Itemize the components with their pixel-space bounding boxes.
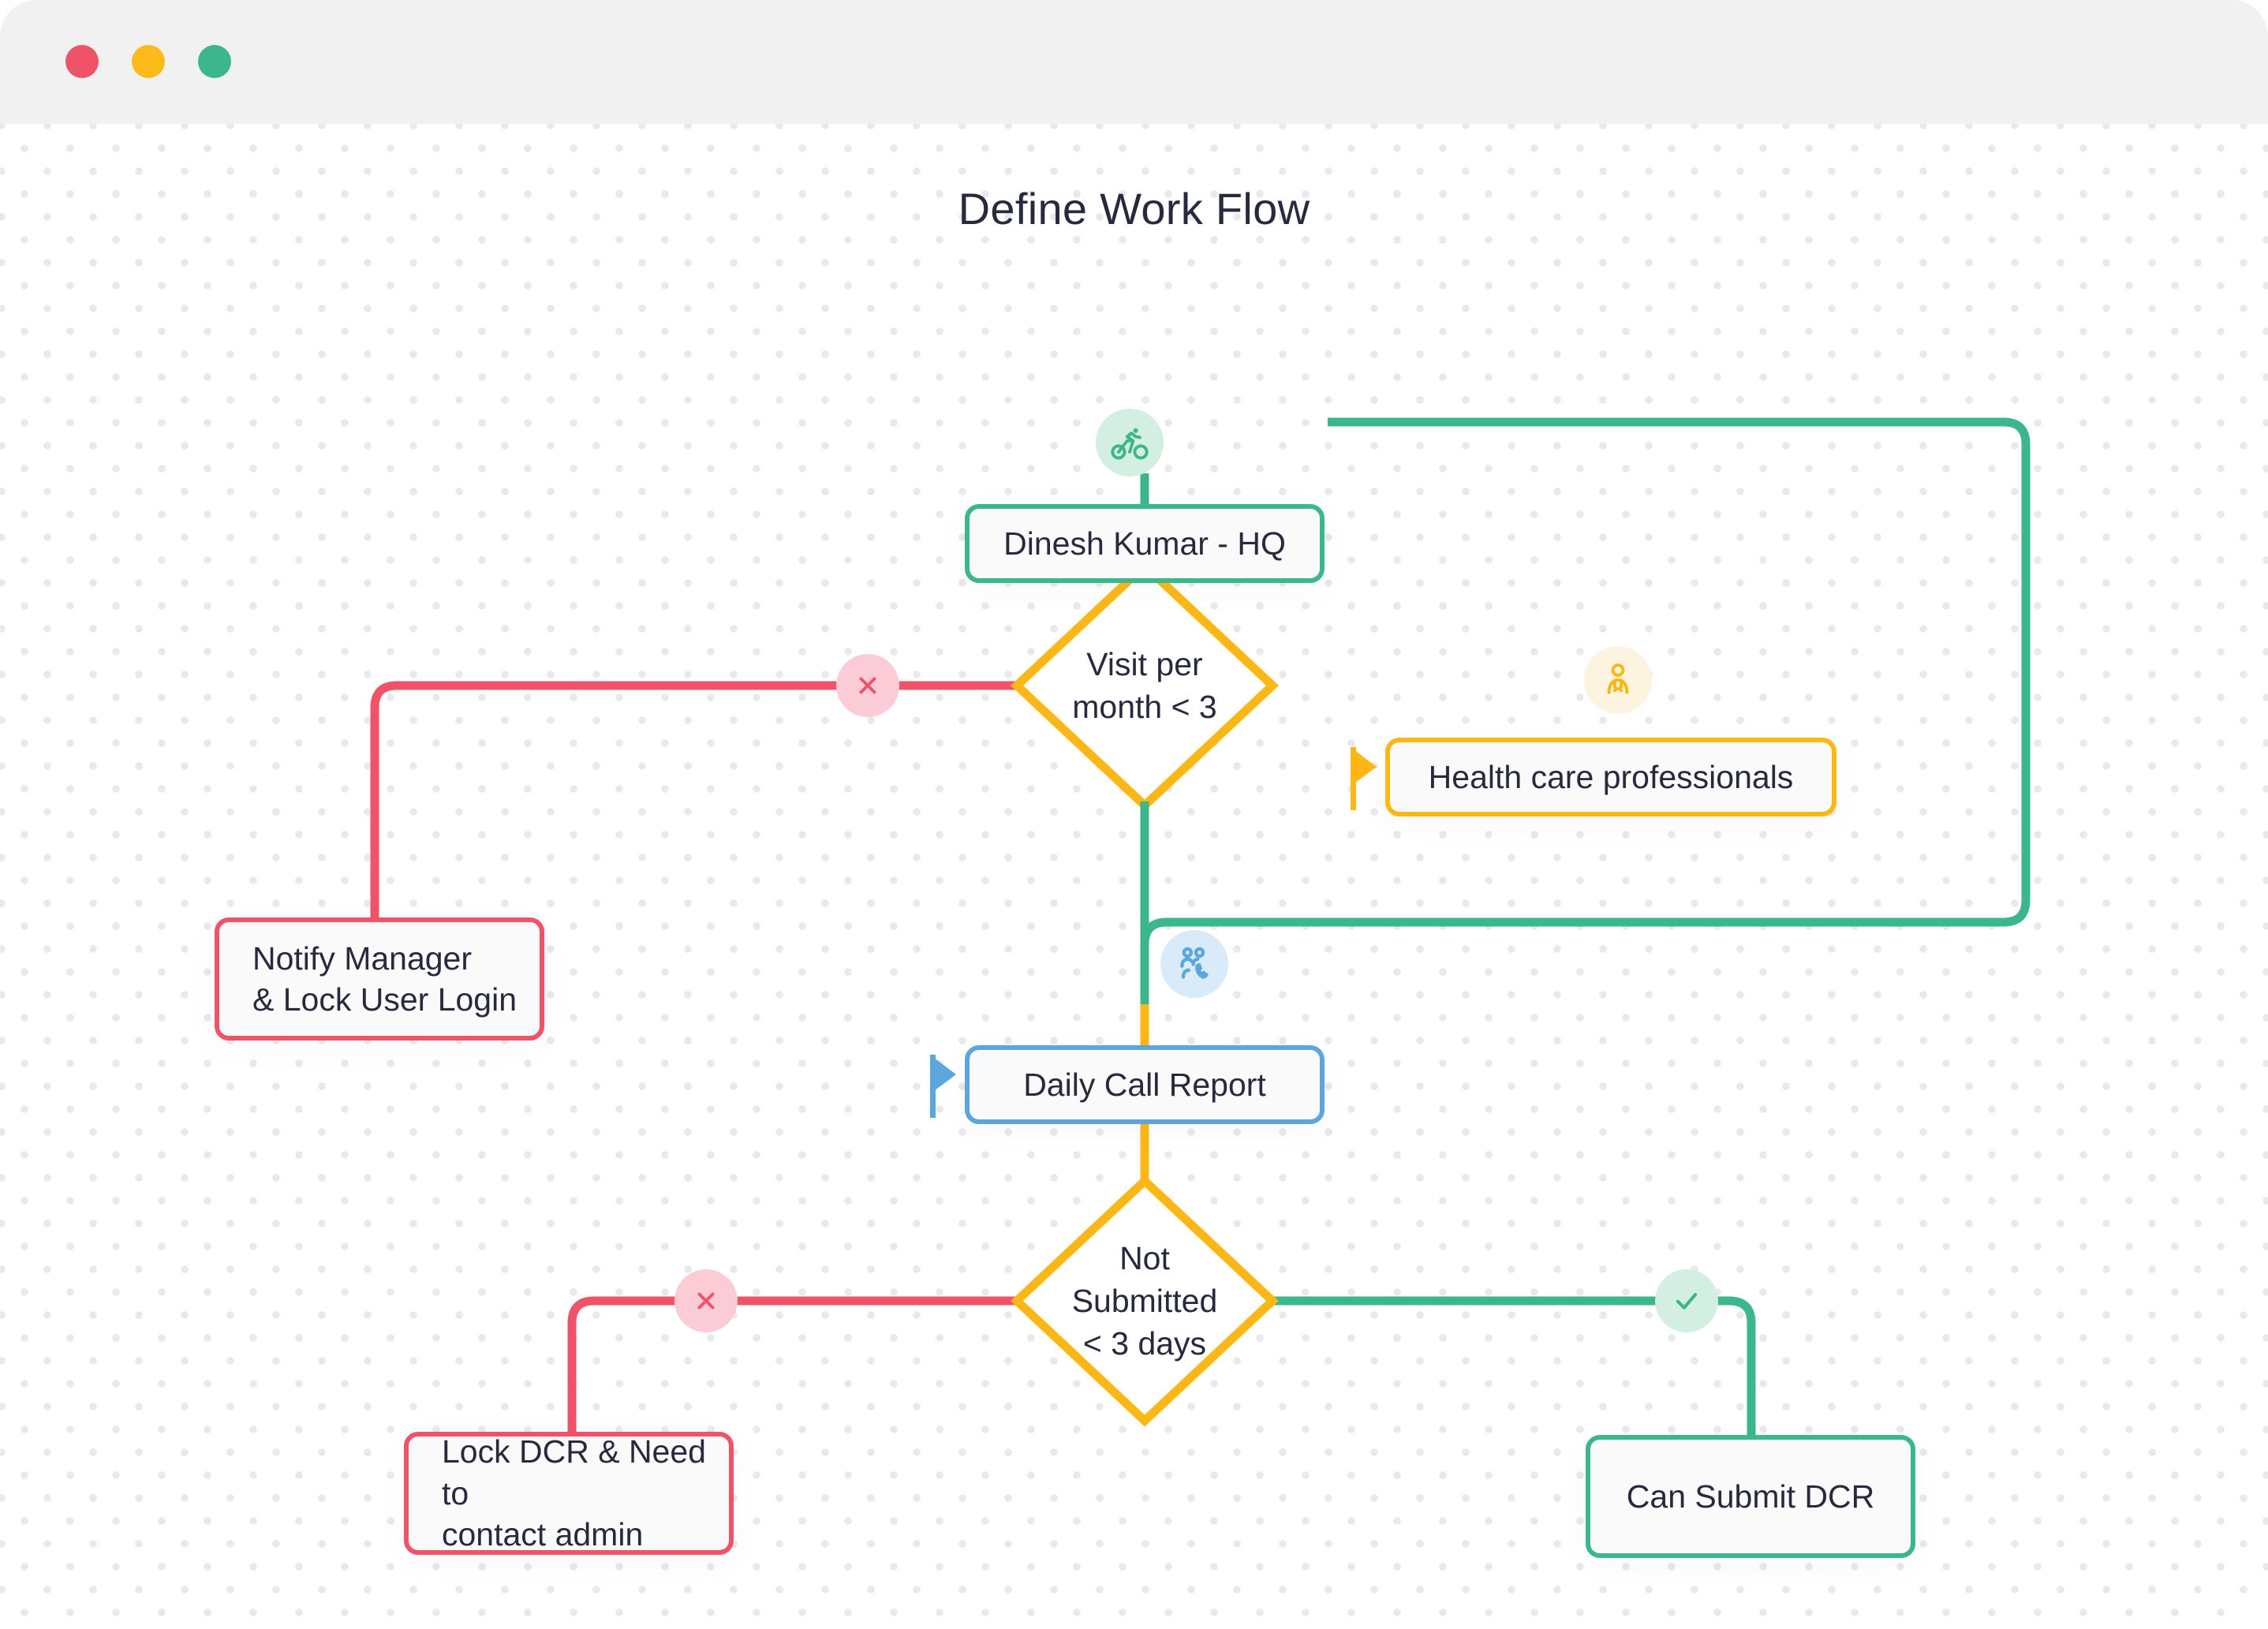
window-minimize-button[interactable] (132, 45, 165, 78)
app-window: Define Work Flow Visit per month < 3 Not… (0, 0, 2268, 1629)
node-health-care-professionals-label: Health care professionals (1428, 758, 1794, 795)
call-icon-glyph (1180, 947, 1209, 979)
node-notify-manager-line1: Notify Manager (252, 940, 473, 977)
flag-marker-dcr-glyph (930, 1055, 956, 1118)
node-user-label: Dinesh Kumar - HQ (1003, 525, 1286, 562)
bike-icon-glyph (1111, 428, 1149, 460)
node-lock-dcr-line2: contact admin (442, 1516, 644, 1553)
reject-badge-visit (836, 654, 899, 717)
node-can-submit-dcr[interactable]: Can Submit DCR (1586, 1435, 1915, 1558)
accept-badge-notsubmitted (1655, 1269, 1718, 1332)
flag-marker-hcp-glyph (1351, 747, 1377, 810)
node-daily-call-report[interactable]: Daily Call Report (965, 1045, 1325, 1124)
flag-marker-dcr (930, 1055, 957, 1122)
doctor-icon (1584, 646, 1652, 714)
window-maximize-button[interactable] (198, 45, 231, 78)
decision-node-notsubmitted[interactable]: Not Submitted < 3 days (1017, 1181, 1272, 1421)
reject-badge-notsubmitted (674, 1269, 738, 1332)
close-icon (859, 677, 876, 694)
close-icon (697, 1292, 715, 1310)
node-lock-dcr[interactable]: Lock DCR & Need to contact admin (404, 1432, 734, 1555)
node-daily-call-report-label: Daily Call Report (1023, 1066, 1266, 1103)
node-user[interactable]: Dinesh Kumar - HQ (965, 504, 1325, 583)
window-close-button[interactable] (65, 45, 99, 78)
node-lock-dcr-line1: Lock DCR & Need to (442, 1433, 706, 1511)
call-icon (1160, 930, 1228, 998)
node-can-submit-dcr-label: Can Submit DCR (1626, 1478, 1875, 1515)
node-health-care-professionals[interactable]: Health care professionals (1385, 738, 1836, 816)
doctor-icon-glyph (1607, 663, 1629, 694)
decision-node-notsubmitted-label: Not Submitted < 3 days (1071, 1239, 1218, 1362)
node-notify-manager[interactable]: Notify Manager & Lock User Login (215, 917, 544, 1041)
bike-icon (1096, 409, 1164, 476)
window-titlebar (0, 0, 2268, 124)
flowchart-canvas[interactable]: Define Work Flow Visit per month < 3 Not… (0, 124, 2268, 1629)
flag-marker-hcp (1351, 747, 1377, 814)
node-notify-manager-line2: & Lock User Login (252, 981, 517, 1018)
check-icon (1676, 1293, 1698, 1310)
decision-node-visit-label: Visit per month < 3 (1072, 645, 1217, 725)
decision-node-visit[interactable]: Visit per month < 3 (1017, 566, 1272, 805)
